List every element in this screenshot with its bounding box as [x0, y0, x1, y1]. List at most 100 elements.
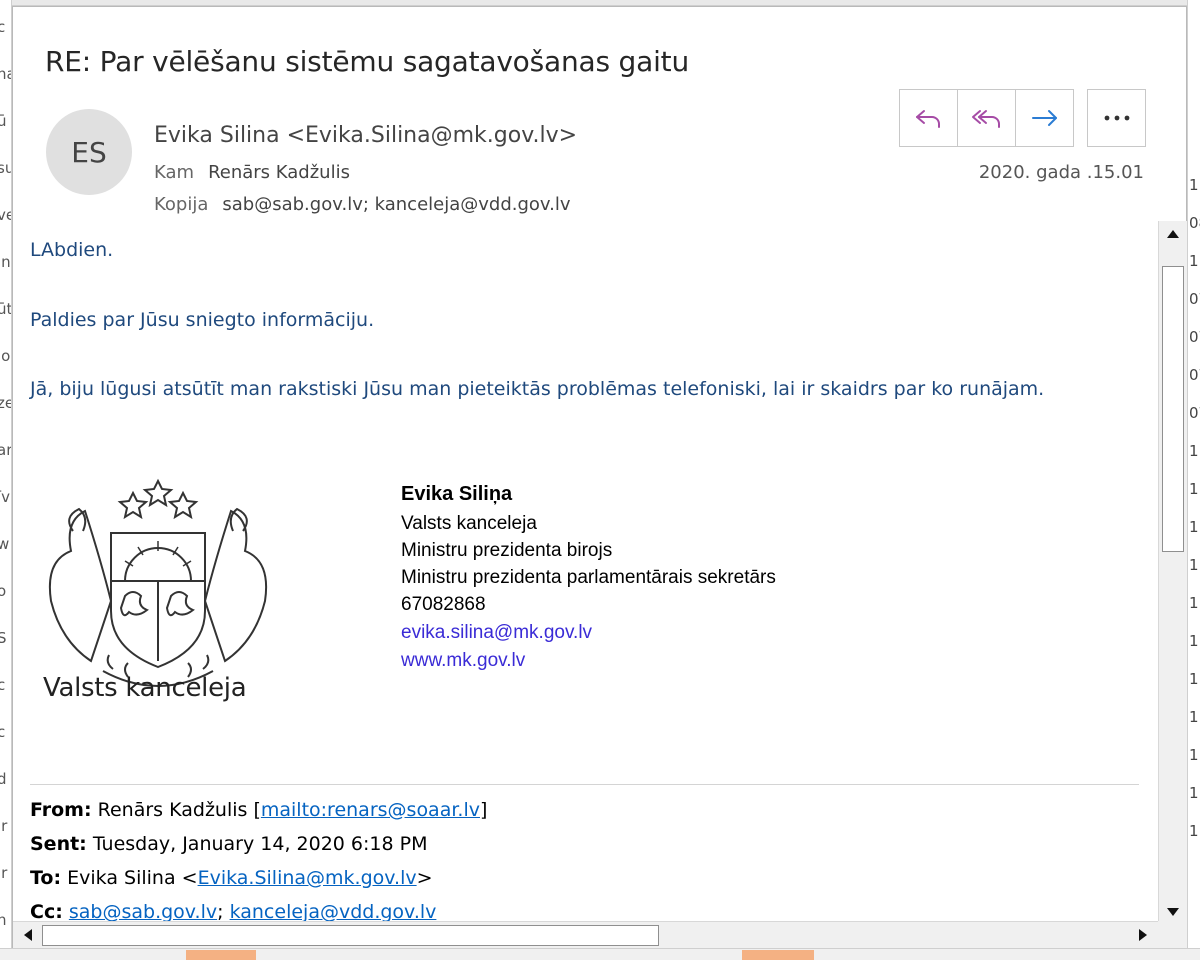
- triangle-left-icon: [24, 929, 32, 941]
- background-text-fragment: w: [0, 535, 9, 553]
- avatar: ES: [46, 109, 132, 195]
- quoted-from-label: From:: [30, 799, 92, 821]
- triangle-right-icon: [1139, 929, 1147, 941]
- background-text-fragment: 1: [1189, 746, 1199, 764]
- horizontal-scroll-thumb[interactable]: [42, 925, 659, 946]
- reply-icon: [915, 110, 940, 128]
- avatar-initials: ES: [71, 135, 107, 169]
- signature-line: Ministru prezidenta birojs: [401, 540, 613, 561]
- background-text-fragment: īv: [0, 488, 11, 506]
- triangle-down-icon: [1167, 908, 1179, 916]
- signature-email-link[interactable]: evika.silina@mk.gov.lv: [401, 622, 592, 644]
- quoted-to-label: To:: [30, 867, 62, 889]
- forward-icon: [1031, 110, 1057, 126]
- body-paragraph: Jā, biju lūgusi atsūtīt man rakstiski Jū…: [30, 378, 1045, 400]
- background-text-fragment: 1: [1189, 556, 1199, 574]
- signature-line: Valsts kanceleja: [401, 513, 537, 534]
- vertical-scroll-thumb[interactable]: [1162, 266, 1184, 552]
- background-text-fragment: 1: [1189, 784, 1199, 802]
- reply-all-icon: [971, 110, 1000, 128]
- background-text-fragment: c: [0, 723, 5, 741]
- quoted-sent-line: Sent: Tuesday, January 14, 2020 6:18 PM: [30, 833, 427, 855]
- message-body: LAbdien. Paldies par Jūsu sniegto inform…: [13, 221, 1157, 927]
- quoted-cc-link[interactable]: sab@sab.gov.lv: [69, 901, 217, 923]
- to-recipient[interactable]: Renārs Kadžulis: [208, 162, 350, 183]
- body-paragraph: Paldies par Jūsu sniegto informāciju.: [30, 309, 375, 331]
- reply-button[interactable]: [900, 90, 958, 146]
- cc-recipients[interactable]: sab@sab.gov.lv; kanceleja@vdd.gov.lv: [222, 194, 570, 215]
- sender-address[interactable]: Evika Silina <Evika.Silina@mk.gov.lv>: [154, 123, 577, 148]
- cc-label: Kopija: [154, 194, 209, 215]
- quoted-to-link[interactable]: Evika.Silina@mk.gov.lv: [198, 867, 417, 889]
- email-reading-window: RE: Par vēlēšanu sistēmu sagatavošanas g…: [12, 6, 1187, 948]
- received-date: 2020. gada .15.01: [978, 162, 1144, 183]
- background-text-fragment: 1: [1189, 708, 1199, 726]
- vertical-scrollbar[interactable]: [1158, 221, 1187, 927]
- signature-line: Ministru prezidenta parlamentārais sekre…: [401, 567, 776, 588]
- background-text-fragment: su: [0, 159, 11, 177]
- background-text-fragment: 1: [1189, 442, 1199, 460]
- background-text-fragment: c: [0, 18, 5, 36]
- background-text-fragment: 07: [1189, 404, 1200, 422]
- background-text-fragment: ar: [0, 441, 12, 459]
- triangle-up-icon: [1167, 230, 1179, 238]
- quote-divider: [30, 784, 1139, 785]
- background-text-fragment: 1: [1189, 480, 1199, 498]
- background-highlight: [742, 950, 814, 960]
- logo-text: Valsts kanceleja: [43, 673, 247, 703]
- background-text-fragment: lo: [0, 347, 11, 365]
- reply-all-button[interactable]: [958, 90, 1016, 146]
- quoted-from-line: From: Renārs Kadžulis [mailto:renars@soa…: [30, 799, 488, 821]
- background-highlight: [186, 950, 256, 960]
- quoted-from-name: Renārs Kadžulis: [97, 799, 248, 821]
- background-text-fragment: ū: [0, 112, 7, 130]
- background-text-fragment: ze: [0, 394, 11, 412]
- background-text-fragment: 07: [1189, 290, 1200, 308]
- background-text-fragment: o: [0, 582, 6, 600]
- scrollbar-corner: [1158, 921, 1187, 948]
- background-window-left: c na ū su ve ln ūt lo ze ar īv w o Sc c d ir ir n: [0, 0, 12, 960]
- more-icon: [1104, 115, 1129, 121]
- background-text-fragment: 1: [1189, 594, 1199, 612]
- signature-phone: 67082868: [401, 594, 486, 615]
- background-text-fragment: 1: [1189, 822, 1199, 840]
- background-text-fragment: na: [0, 65, 11, 83]
- quoted-cc-label: Cc:: [30, 901, 63, 923]
- cc-row: Kopija sab@sab.gov.lv; kanceleja@vdd.gov.…: [154, 194, 571, 215]
- background-text-fragment: S: [0, 629, 7, 647]
- scroll-up-button[interactable]: [1159, 221, 1187, 247]
- background-text-fragment: d: [0, 770, 7, 788]
- scroll-right-button[interactable]: [1128, 922, 1158, 948]
- background-text-fragment: c: [0, 676, 5, 694]
- quoted-to-name: Evika Silina: [67, 867, 176, 889]
- background-text-fragment: ir: [0, 817, 8, 835]
- background-text-fragment: n: [0, 911, 7, 929]
- reply-action-group: [899, 89, 1074, 147]
- background-text-fragment: 08: [1189, 214, 1200, 232]
- background-text-fragment: 1: [1189, 632, 1199, 650]
- to-row: Kam Renārs Kadžulis: [154, 162, 350, 183]
- background-text-fragment: 1: [1189, 518, 1199, 536]
- body-greeting: LAbdien.: [30, 239, 114, 261]
- background-window-bottom: [0, 948, 1200, 960]
- more-actions-button[interactable]: [1087, 89, 1146, 147]
- horizontal-scrollbar[interactable]: [13, 921, 1158, 948]
- background-text-fragment: ūt: [0, 300, 12, 318]
- quoted-to-line: To: Evika Silina <Evika.Silina@mk.gov.lv…: [30, 867, 433, 889]
- background-text-fragment: 1: [1189, 252, 1199, 270]
- quoted-from-link[interactable]: mailto:renars@soaar.lv: [261, 799, 480, 821]
- email-subject: RE: Par vēlēšanu sistēmu sagatavošanas g…: [45, 45, 689, 78]
- signature-name: Evika Siliņa: [401, 483, 513, 505]
- signature-web-link[interactable]: www.mk.gov.lv: [401, 650, 525, 672]
- background-text-fragment: ln: [0, 253, 11, 271]
- quoted-cc-line: Cc: sab@sab.gov.lv; kanceleja@vdd.gov.lv: [30, 901, 437, 923]
- background-text-fragment: ir: [0, 864, 8, 882]
- to-label: Kam: [154, 162, 195, 183]
- quoted-cc-link[interactable]: kanceleja@vdd.gov.lv: [230, 901, 437, 923]
- scroll-left-button[interactable]: [13, 922, 43, 948]
- background-text-fragment: 1: [1189, 176, 1199, 194]
- quoted-sent-value: Tuesday, January 14, 2020 6:18 PM: [92, 833, 428, 855]
- background-text-fragment: 07: [1189, 366, 1200, 384]
- background-text-fragment: 07: [1189, 328, 1200, 346]
- forward-button[interactable]: [1016, 90, 1073, 146]
